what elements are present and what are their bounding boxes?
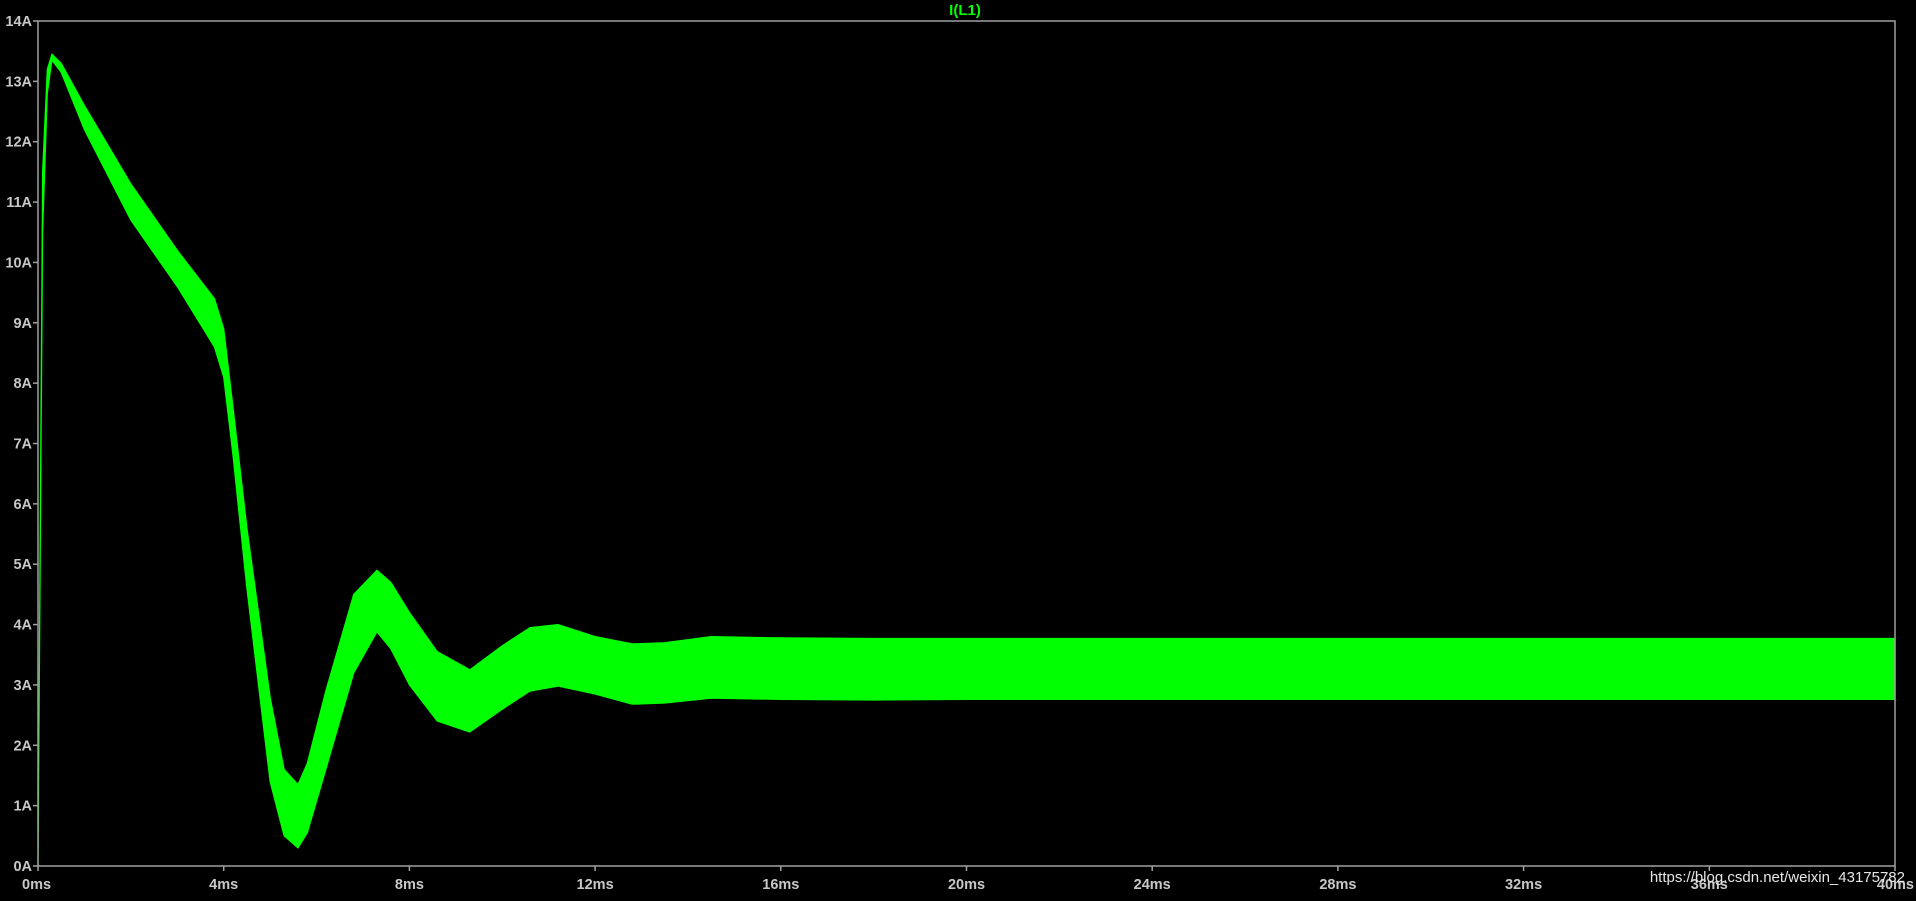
x-tick-label: 8ms [395, 877, 424, 893]
x-tick-label: 28ms [1319, 877, 1356, 893]
y-axis: 0A 1A 2A 3A 4A 5A 6A 7A 8A 9A 10A 11A 12A 13A 14A [5, 14, 38, 875]
y-tick-label: 13A [5, 74, 32, 90]
y-tick-label: 1A [13, 799, 32, 815]
waveform-viewer: I(L1) 0A 1A 2A 3A 4A 5A 6A 7A 8A 9A 10A 11A 12A 13A 14… [0, 0, 1916, 896]
y-tick-label: 12A [5, 135, 32, 151]
x-tick-label: 32ms [1505, 877, 1542, 893]
y-tick-label: 8A [13, 376, 32, 392]
trace-layer [37, 53, 1896, 867]
trace-title[interactable]: I(L1) [949, 2, 981, 19]
x-tick-label: 20ms [948, 877, 985, 893]
y-tick-label: 14A [5, 14, 32, 30]
y-tick-label: 5A [13, 557, 32, 573]
x-axis: 0ms 4ms 8ms 12ms 16ms 20ms 24ms 28ms 32ms 36ms 40m… [22, 866, 1914, 893]
y-tick-label: 11A [6, 195, 32, 211]
trace-band-0[interactable] [37, 53, 1896, 867]
x-tick-label: 16ms [762, 877, 799, 893]
watermark-text: https://blog.csdn.net/weixin_43175782 [1650, 869, 1905, 886]
y-tick-label: 10A [5, 255, 32, 271]
x-tick-label: 12ms [577, 877, 614, 893]
x-tick-label: 0ms [22, 877, 51, 893]
current-plot: I(L1) 0A 1A 2A 3A 4A 5A 6A 7A 8A 9A 10A 11A 12A 13A 14… [5, 2, 1914, 893]
y-tick-label: 7A [13, 437, 32, 453]
y-tick-label: 4A [13, 618, 32, 634]
x-tick-label: 24ms [1134, 877, 1171, 893]
x-tick-label: 4ms [209, 877, 238, 893]
y-tick-label: 9A [13, 316, 32, 332]
y-tick-label: 6A [13, 497, 32, 513]
y-tick-label: 2A [13, 738, 32, 754]
y-tick-label: 3A [13, 678, 32, 694]
y-tick-label: 0A [13, 859, 32, 875]
